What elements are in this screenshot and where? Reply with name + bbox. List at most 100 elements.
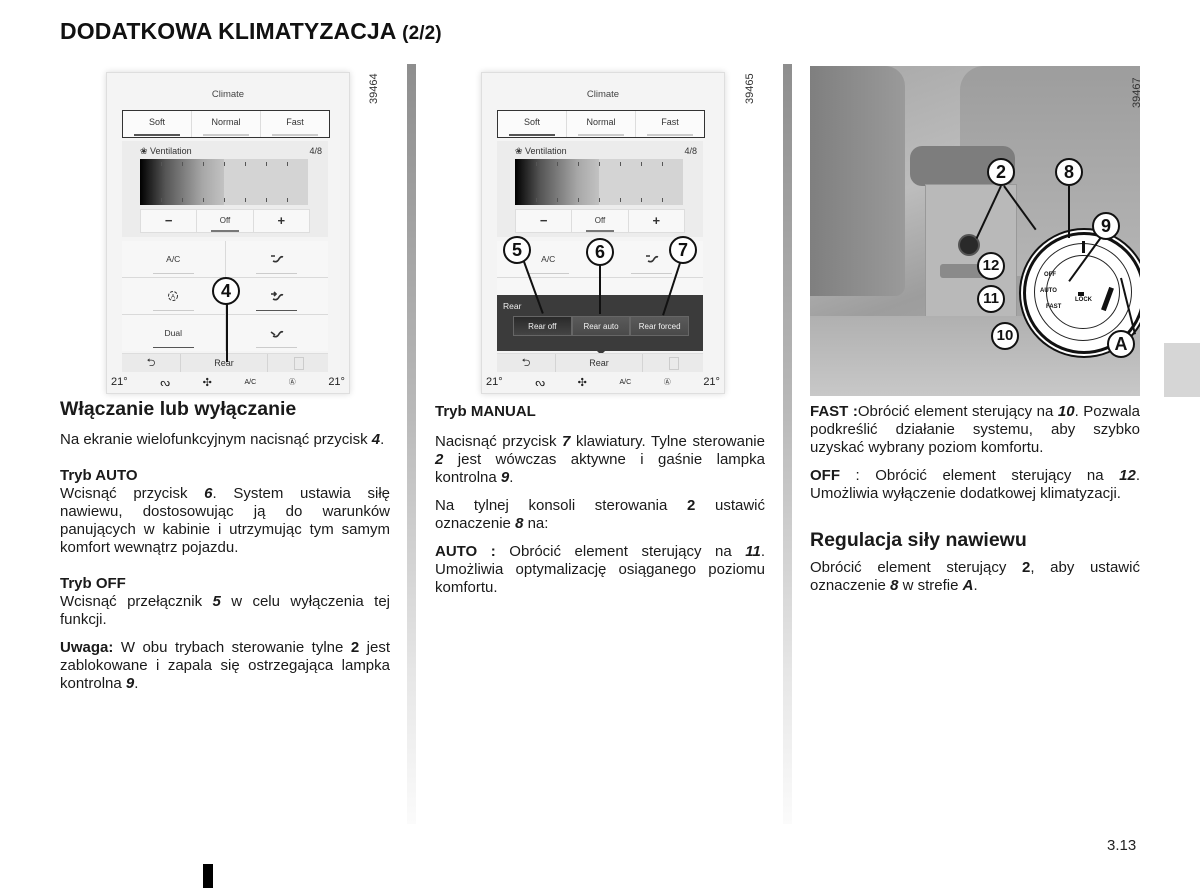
airflow-face-feet-button[interactable]	[225, 241, 328, 277]
auto-recirculation-icon: A	[168, 291, 179, 301]
ac-button[interactable]: A/C	[122, 241, 225, 277]
fan-icon[interactable]: ✣	[203, 376, 212, 389]
subheading: Tryb AUTO	[60, 467, 138, 484]
rear-forced-button[interactable]: Rear forced	[630, 316, 690, 336]
ventilation-tick	[182, 162, 183, 166]
subheading: Tryb OFF	[60, 575, 126, 592]
dial-label-fast: FAST	[1046, 304, 1062, 310]
rear-button[interactable]: Rear	[181, 354, 268, 372]
page-title: DODATKOWA KLIMATYZACJA (2/2)	[60, 18, 442, 45]
tab-soft[interactable]: Soft	[123, 111, 192, 137]
off-button[interactable]: Off	[197, 210, 254, 232]
paragraph: Obrócić element sterujący 2, aby ustawić…	[810, 559, 1140, 594]
ventilation-tick	[620, 198, 621, 202]
page-number: 3.13	[1107, 837, 1137, 854]
page-title-text: DODATKOWA KLIMATYZACJA	[60, 18, 396, 44]
rear-button[interactable]: Rear	[556, 354, 643, 372]
dial-label-lock: LOCK	[1075, 297, 1092, 303]
tab-soft[interactable]: Soft	[498, 111, 567, 137]
airflow-feet-button[interactable]	[225, 278, 328, 314]
figure-code: 39467	[1131, 77, 1143, 108]
callout-leader	[226, 302, 228, 362]
page-title-part: (2/2)	[402, 23, 442, 44]
fan-icon[interactable]: ✣	[578, 376, 587, 389]
subheading: Tryb MANUAL	[435, 403, 536, 420]
airflow-icon[interactable]: ᔓ	[160, 376, 170, 389]
paragraph: OFF : Obrócić element sterujący na 12. U…	[810, 467, 1140, 502]
callout-2: 2	[987, 158, 1015, 186]
airflow-face-feet-icon	[645, 255, 659, 263]
temp-right[interactable]: 21°	[328, 376, 345, 388]
auto-recirculation-button[interactable]: A	[122, 278, 225, 314]
callout-leader	[1068, 186, 1070, 238]
ventilation-tick	[641, 198, 642, 202]
ventilation-tick	[245, 198, 246, 202]
airflow-windscreen-button[interactable]	[225, 315, 328, 351]
status-row: 21° ᔓ ✣ A/C Ⓐ 21°	[111, 374, 345, 390]
ventilation-tick	[287, 198, 288, 202]
temp-left[interactable]: 21°	[486, 376, 503, 388]
decrease-button[interactable]: −	[516, 210, 573, 232]
ventilation-panel: ❀ Ventilation 4/8 − Off +	[497, 141, 703, 237]
ventilation-label: ❀ Ventilation	[140, 146, 192, 156]
text-column-1: Włączanie lub wyłączanie Na ekranie wiel…	[60, 399, 390, 703]
ventilation-tick	[557, 162, 558, 166]
ac-status[interactable]: A/C	[244, 379, 256, 386]
rear-options: Rear off Rear auto Rear forced	[513, 316, 690, 336]
increase-button[interactable]: +	[629, 210, 684, 232]
chapter-tab	[1164, 343, 1200, 397]
column-divider	[783, 64, 792, 824]
ventilation-tick	[203, 198, 204, 202]
fan-icon: ❀	[515, 146, 526, 156]
tab-normal[interactable]: Normal	[567, 111, 636, 137]
paragraph: AUTO : Obrócić element sterujący na 11. …	[435, 543, 765, 596]
rear-off-button[interactable]: Rear off	[513, 316, 572, 336]
increase-button[interactable]: +	[254, 210, 309, 232]
status-row: 21° ᔓ ✣ A/C Ⓐ 21°	[486, 374, 720, 390]
rear-auto-button[interactable]: Rear auto	[571, 316, 631, 336]
screen-title: Climate	[586, 89, 620, 100]
dual-button[interactable]: Dual	[122, 315, 225, 351]
airflow-feet-icon	[270, 291, 284, 301]
callout-12: 12	[977, 252, 1005, 280]
airflow-icon[interactable]: ᔓ	[535, 376, 545, 389]
callout-4: 4	[212, 277, 240, 305]
back-button[interactable]: ⮌	[497, 354, 556, 372]
auto-recirculation-icon[interactable]: Ⓐ	[289, 377, 296, 387]
callout-a: A	[1107, 330, 1135, 358]
back-button[interactable]: ⮌	[122, 354, 181, 372]
tab-fast[interactable]: Fast	[261, 111, 329, 137]
callout-9: 9	[1092, 212, 1120, 240]
temp-left[interactable]: 21°	[111, 376, 128, 388]
svg-text:A: A	[171, 295, 175, 301]
off-button[interactable]: Off	[572, 210, 629, 232]
ventilation-panel: ❀ Ventilation 4/8 − Off +	[122, 141, 328, 237]
dial-mark-8	[1082, 241, 1085, 253]
ventilation-tick	[287, 162, 288, 166]
ventilation-bar[interactable]	[140, 159, 308, 205]
climate-screen-figure-1: Climate Soft Normal Fast ❀ Ventilation 4…	[106, 72, 350, 394]
rear-popup-title: Rear	[503, 301, 522, 311]
ventilation-bar[interactable]	[515, 159, 683, 205]
ventilation-tick	[599, 198, 600, 202]
paragraph: Na tylnej konsoli sterowania 2 ustawić o…	[435, 497, 766, 532]
callout-leader	[599, 262, 601, 314]
text-column-2: Tryb MANUAL Nacisnąć przycisk 7 klawiatu…	[435, 403, 765, 607]
fan-icon: ❀	[140, 146, 151, 156]
ventilation-controls: − Off +	[140, 209, 310, 233]
auto-recirculation-icon[interactable]: Ⓐ	[664, 377, 671, 387]
callout-10: 10	[991, 322, 1019, 350]
mode-tabs: Soft Normal Fast	[122, 110, 330, 138]
temp-right[interactable]: 21°	[703, 376, 720, 388]
tab-fast[interactable]: Fast	[636, 111, 704, 137]
paragraph: Tryb AUTO Wcisnąć przycisk 6. System ust…	[60, 467, 390, 556]
dial-label-auto: AUTO	[1040, 288, 1057, 294]
decrease-button[interactable]: −	[141, 210, 198, 232]
ventilation-tick	[266, 198, 267, 202]
ac-status[interactable]: A/C	[619, 379, 631, 386]
ventilation-tick	[620, 162, 621, 166]
callout-7: 7	[669, 236, 697, 264]
paragraph: FAST :Obrócić element sterujący na 10. P…	[810, 403, 1140, 456]
airflow-face-feet-icon	[270, 255, 284, 263]
tab-normal[interactable]: Normal	[192, 111, 261, 137]
